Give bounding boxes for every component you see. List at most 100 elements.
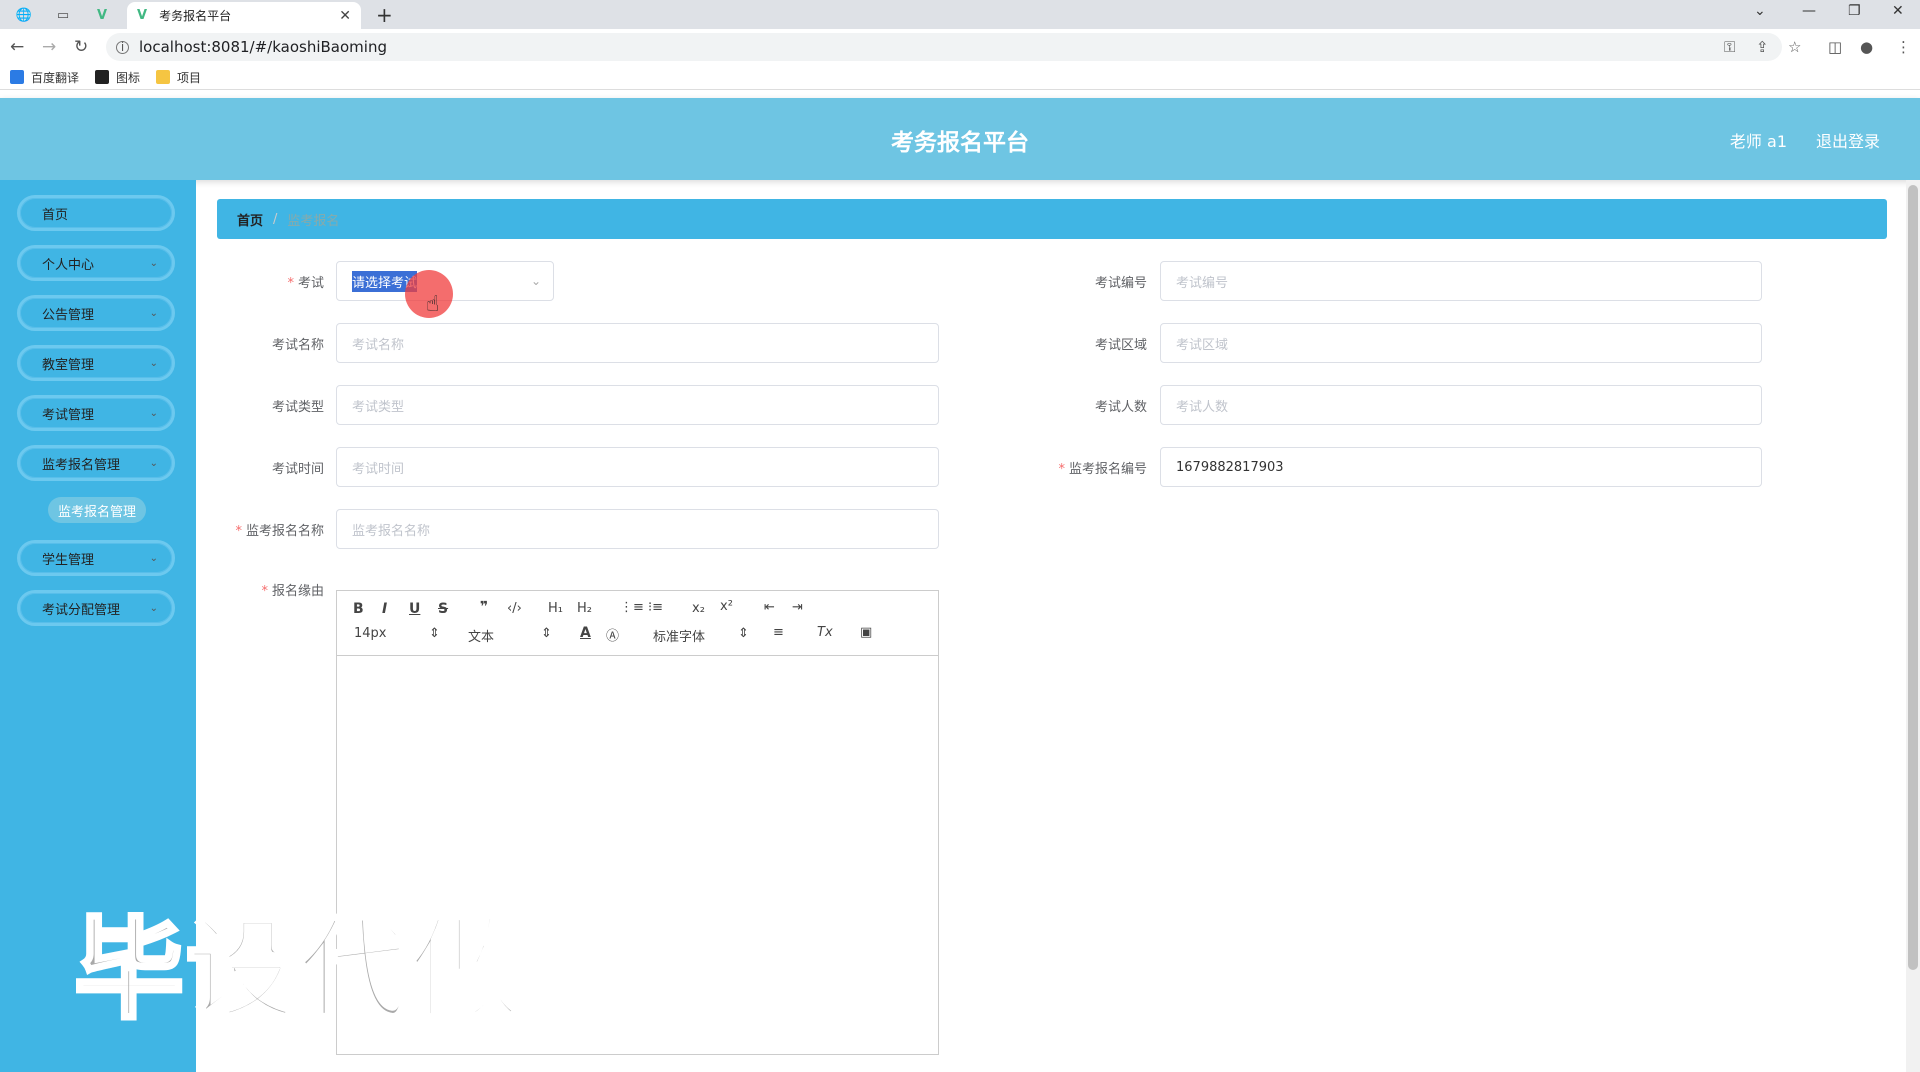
sidebar-item-label: 首页 bbox=[42, 207, 69, 223]
sidebar-item-label: 监考报名管理 bbox=[42, 457, 121, 473]
share-icon[interactable]: ⇪ bbox=[1756, 38, 1769, 56]
minimize-icon[interactable]: — bbox=[1802, 3, 1816, 19]
outdent-icon[interactable]: ⇤ bbox=[764, 600, 775, 615]
font-color-icon[interactable]: A bbox=[580, 625, 591, 641]
sidebar-item-home[interactable]: 首页 bbox=[17, 195, 175, 231]
header-select[interactable]: 文本 bbox=[468, 626, 494, 645]
exam-name-label: 考试名称 bbox=[271, 338, 324, 353]
exam-no-label: 考试编号 bbox=[1094, 276, 1147, 291]
bold-icon[interactable]: B bbox=[353, 601, 364, 617]
vue-logo-icon: V bbox=[137, 8, 148, 23]
blank-tab-icon[interactable]: ▭ bbox=[50, 4, 76, 26]
blockquote-icon[interactable]: ❞ bbox=[480, 599, 488, 615]
close-icon[interactable]: ✕ bbox=[339, 8, 351, 24]
submenu-invigilation-manage[interactable]: 监考报名管理 bbox=[48, 497, 146, 523]
breadcrumb-home[interactable]: 首页 bbox=[237, 210, 263, 229]
align-icon[interactable]: ≡ bbox=[773, 625, 784, 640]
breadcrumb: 首页 / 监考报名 bbox=[217, 199, 1887, 239]
reload-icon[interactable]: ↻ bbox=[74, 37, 88, 57]
bookmark-item[interactable]: 图标 bbox=[95, 69, 140, 86]
chevron-updown-icon: ⇕ bbox=[429, 626, 440, 641]
exam-count-label: 考试人数 bbox=[1094, 400, 1147, 415]
sidebar-item-exams[interactable]: 考试管理 ⌄ bbox=[17, 395, 175, 431]
background-color-icon[interactable]: Ⓐ bbox=[606, 625, 619, 644]
scrollbar-thumb[interactable] bbox=[1908, 185, 1918, 970]
bookmark-item[interactable]: 百度翻译 bbox=[10, 69, 79, 86]
back-icon[interactable]: ← bbox=[10, 37, 24, 57]
bookmark-label: 百度翻译 bbox=[31, 70, 80, 85]
window-close-icon[interactable]: ✕ bbox=[1892, 3, 1904, 19]
forward-icon[interactable]: → bbox=[42, 37, 56, 57]
sidepanel-icon[interactable]: ◫ bbox=[1828, 38, 1842, 56]
key-icon[interactable]: ⚿ bbox=[1724, 38, 1735, 56]
invig-no-input[interactable]: 1679882817903 bbox=[1160, 447, 1762, 487]
folder-icon bbox=[156, 70, 171, 84]
superscript-icon[interactable]: x² bbox=[720, 599, 733, 614]
exam-type-label: 考试类型 bbox=[271, 400, 324, 415]
exam-type-input[interactable]: 考试类型 bbox=[336, 385, 939, 425]
tab-active[interactable]: V 考务报名平台 ✕ bbox=[127, 2, 361, 29]
sidebar-item-classrooms[interactable]: 教室管理 ⌄ bbox=[17, 345, 175, 381]
hand-cursor-icon: ☝ bbox=[426, 292, 440, 317]
new-tab-button[interactable]: + bbox=[376, 3, 393, 27]
star-icon[interactable]: ☆ bbox=[1788, 38, 1801, 56]
strike-icon[interactable]: S bbox=[438, 601, 448, 617]
underline-icon[interactable]: U bbox=[409, 601, 420, 617]
tab-title: 考务报名平台 bbox=[159, 9, 232, 23]
url-input[interactable]: i localhost:8081/#/kaoshiBaoming bbox=[106, 33, 1782, 61]
translate-icon bbox=[10, 70, 24, 84]
exam-name-input[interactable]: 考试名称 bbox=[336, 323, 939, 363]
exam-count-input[interactable]: 考试人数 bbox=[1160, 385, 1762, 425]
h2-icon[interactable]: H₂ bbox=[577, 601, 592, 616]
subscript-icon[interactable]: x₂ bbox=[692, 601, 705, 616]
restore-icon[interactable]: ❐ bbox=[1848, 3, 1861, 19]
logout-link[interactable]: 退出登录 bbox=[1816, 128, 1880, 152]
url-text: localhost:8081/#/kaoshiBaoming bbox=[139, 38, 387, 56]
editor-toolbar: B I U S ❞ ‹/› H₁ H₂ ⋮≡ ⁝≡ x₂ x² ⇤ ⇥ 14px… bbox=[337, 591, 938, 656]
exam-time-input[interactable]: 考试时间 bbox=[336, 447, 939, 487]
chevron-down-icon: ⌄ bbox=[149, 307, 158, 319]
exam-no-input[interactable]: 考试编号 bbox=[1160, 261, 1762, 301]
chevron-down-icon: ⌄ bbox=[149, 457, 158, 469]
invig-name-input[interactable]: 监考报名名称 bbox=[336, 509, 939, 549]
breadcrumb-current: 监考报名 bbox=[287, 213, 340, 229]
sidebar-item-profile[interactable]: 个人中心 ⌄ bbox=[17, 245, 175, 281]
image-icon[interactable]: ▣ bbox=[860, 625, 872, 640]
code-icon[interactable]: ‹/› bbox=[507, 601, 522, 616]
reason-label: * 报名缘由 bbox=[261, 584, 324, 599]
profile-icon[interactable]: ● bbox=[1860, 38, 1873, 56]
h1-icon[interactable]: H₁ bbox=[548, 601, 563, 616]
watermark: 毕设代做 bbox=[72, 904, 522, 1036]
sidebar-item-label: 教室管理 bbox=[42, 357, 95, 373]
bullet-list-icon[interactable]: ⁝≡ bbox=[648, 600, 663, 615]
clear-format-icon[interactable]: Tx bbox=[817, 625, 833, 640]
sidebar-item-label: 公告管理 bbox=[42, 307, 95, 323]
indent-icon[interactable]: ⇥ bbox=[792, 600, 803, 615]
italic-icon[interactable]: I bbox=[382, 601, 387, 617]
sidebar-item-students[interactable]: 学生管理 ⌄ bbox=[17, 540, 175, 576]
ordered-list-icon[interactable]: ⋮≡ bbox=[620, 600, 644, 615]
sidebar-item-notices[interactable]: 公告管理 ⌄ bbox=[17, 295, 175, 331]
browser-tab-bar: 🌐 ▭ V V 考务报名平台 ✕ + ⌄ — ❐ ✕ bbox=[0, 0, 1920, 29]
info-icon[interactable]: i bbox=[116, 40, 129, 54]
menu-icon[interactable]: ⋮ bbox=[1896, 38, 1911, 56]
bookmark-label: 图标 bbox=[116, 70, 141, 85]
font-size-select[interactable]: 14px bbox=[354, 626, 387, 641]
bookmarks-bar: 百度翻译 图标 项目 bbox=[0, 65, 1920, 90]
bookmark-item[interactable]: 项目 bbox=[156, 69, 201, 86]
sidebar-item-invigilation[interactable]: 监考报名管理 ⌄ bbox=[17, 445, 175, 481]
chevron-down-icon[interactable]: ⌄ bbox=[1754, 3, 1766, 19]
sidebar-item-exam-allocation[interactable]: 考试分配管理 ⌄ bbox=[17, 590, 175, 626]
exam-time-label: 考试时间 bbox=[271, 462, 324, 477]
font-family-select[interactable]: 标准字体 bbox=[653, 626, 705, 645]
chevron-down-icon: ⌄ bbox=[149, 602, 158, 614]
exam-area-input[interactable]: 考试区域 bbox=[1160, 323, 1762, 363]
chevron-updown-icon: ⇕ bbox=[738, 626, 749, 641]
vue-tab-icon[interactable]: V bbox=[90, 4, 114, 26]
user-name: 老师 a1 bbox=[1729, 132, 1787, 151]
exam-area-label: 考试区域 bbox=[1094, 338, 1147, 353]
app-header: 考务报名平台 老师 a1 退出登录 bbox=[0, 98, 1920, 180]
globe-icon[interactable]: 🌐 bbox=[10, 4, 38, 26]
sidebar-item-label: 个人中心 bbox=[42, 257, 95, 273]
breadcrumb-separator: / bbox=[273, 211, 278, 227]
